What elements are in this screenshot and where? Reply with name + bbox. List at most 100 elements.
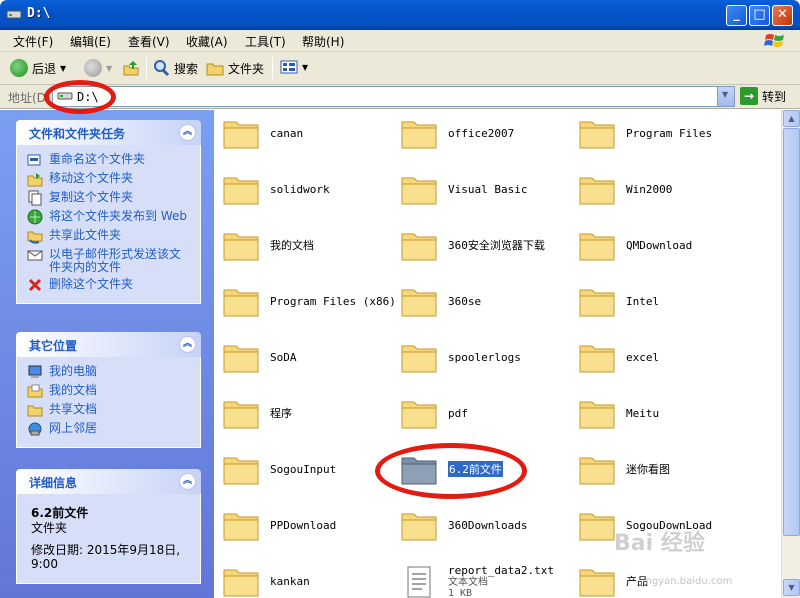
go-arrow-icon: → <box>740 87 758 105</box>
task-delete[interactable]: 删除这个文件夹 <box>17 276 200 295</box>
task-email[interactable]: 以电子邮件形式发送该文件夹内的文件 <box>17 246 200 276</box>
views-button[interactable]: ▼ <box>280 59 308 75</box>
file-name: Program Files (x86) <box>270 294 396 308</box>
place-my-documents[interactable]: 我的文档 <box>17 382 200 401</box>
address-label: 地址(D) <box>8 91 51 105</box>
menu-tools[interactable]: 工具(T) <box>245 33 286 50</box>
vertical-scrollbar[interactable]: ▲ ▼ <box>781 110 800 598</box>
folder-item[interactable]: Program Files <box>578 116 712 150</box>
search-button[interactable]: 搜索 <box>152 59 198 77</box>
folder-icon <box>223 289 259 317</box>
scroll-up-button[interactable]: ▲ <box>783 110 800 127</box>
folder-item[interactable]: Visual Basic <box>400 172 527 206</box>
search-label: 搜索 <box>174 61 199 76</box>
menu-file[interactable]: 文件(F) <box>13 33 53 50</box>
folder-item[interactable]: Win2000 <box>578 172 672 206</box>
folder-item[interactable]: excel <box>578 340 659 374</box>
folder-item[interactable]: canan <box>222 116 303 150</box>
folder-item[interactable]: solidwork <box>222 172 330 206</box>
folder-item[interactable]: SoDA <box>222 340 297 374</box>
file-tasks-panel: 文件和文件夹任务 ︽ 重命名这个文件夹 移动这个文件夹 复制这个文件夹 将这个文… <box>16 120 201 304</box>
folder-item[interactable]: 360se <box>400 284 481 318</box>
shared-folder-icon <box>27 405 43 417</box>
file-name: PPDownload <box>270 518 337 532</box>
address-value: D:\ <box>77 90 99 104</box>
folder-item[interactable]: 产品 <box>578 564 648 598</box>
menu-view[interactable]: 查看(V) <box>128 33 170 50</box>
windows-logo-icon <box>764 34 784 47</box>
folder-item[interactable]: kankan <box>222 564 310 598</box>
folder-icon <box>579 345 615 373</box>
file-name: 360安全浏览器下载 <box>448 239 545 252</box>
folders-label: 文件夹 <box>228 61 265 76</box>
folder-item[interactable]: pdf <box>400 396 468 430</box>
folder-item[interactable]: office2007 <box>400 116 514 150</box>
folder-item[interactable]: Program Files (x86) <box>222 284 396 318</box>
folder-item[interactable]: 360Downloads <box>400 508 527 542</box>
panel-title: 其它位置 <box>29 339 78 353</box>
folders-button[interactable]: 文件夹 <box>206 59 264 77</box>
file-size: 1 KB <box>448 588 473 598</box>
task-rename[interactable]: 重命名这个文件夹 <box>17 151 200 170</box>
file-name: canan <box>270 126 304 140</box>
computer-icon <box>28 365 42 378</box>
file-name: 程序 <box>270 407 292 420</box>
folders-icon <box>206 63 224 76</box>
panel-header[interactable]: 文件和文件夹任务 ︽ <box>16 120 201 145</box>
folder-item[interactable]: PPDownload <box>222 508 336 542</box>
panel-header[interactable]: 其它位置 ︽ <box>16 332 201 357</box>
minimize-button[interactable]: _ <box>726 5 747 26</box>
task-copy[interactable]: 复制这个文件夹 <box>17 189 200 208</box>
collapse-icon[interactable]: ︽ <box>179 473 196 490</box>
back-label: 后退 <box>32 61 57 76</box>
up-folder-button[interactable] <box>122 59 140 77</box>
address-input[interactable]: D:\ ▼ <box>52 86 735 107</box>
file-name: spoolerlogs <box>448 350 521 364</box>
folder-item[interactable]: 360安全浏览器下载 <box>400 228 545 262</box>
folder-item[interactable]: Intel <box>578 284 659 318</box>
globe-icon <box>27 209 43 225</box>
folder-icon <box>401 121 437 149</box>
views-icon <box>280 60 298 74</box>
folder-item-selected[interactable]: 6.2前文件 <box>400 452 503 486</box>
go-button[interactable]: → 转到 <box>740 87 786 105</box>
collapse-icon[interactable]: ︽ <box>179 124 196 141</box>
collapse-icon[interactable]: ︽ <box>179 336 196 353</box>
folder-item[interactable]: QMDownload <box>578 228 692 262</box>
menu-help[interactable]: 帮助(H) <box>302 33 344 50</box>
place-network[interactable]: 网上邻居 <box>17 420 200 439</box>
folder-icon <box>223 513 259 541</box>
folder-icon <box>579 513 615 541</box>
folder-item[interactable]: SogouInput <box>222 452 336 486</box>
text-file-icon <box>407 566 431 597</box>
folder-item[interactable]: 程序 <box>222 396 292 430</box>
folder-icon <box>579 233 615 261</box>
place-my-computer[interactable]: 我的电脑 <box>17 363 200 382</box>
task-move[interactable]: 移动这个文件夹 <box>17 170 200 189</box>
folder-item[interactable]: report_data2.txt 文本文档 1 KB <box>400 564 554 598</box>
folder-icon <box>579 457 615 485</box>
menu-favorites[interactable]: 收藏(A) <box>186 33 228 50</box>
panel-header[interactable]: 详细信息 ︽ <box>16 469 201 494</box>
drive-icon <box>57 92 73 100</box>
scroll-thumb[interactable] <box>783 128 800 536</box>
scroll-down-button[interactable]: ▼ <box>783 579 800 596</box>
folder-item[interactable]: 迷你看图 <box>578 452 670 486</box>
forward-arrow-icon <box>84 59 102 77</box>
network-icon <box>28 422 42 436</box>
place-shared-documents[interactable]: 共享文档 <box>17 401 200 420</box>
details-name: 6.2前文件 <box>31 506 89 520</box>
task-publish-web[interactable]: 将这个文件夹发布到 Web <box>17 208 200 227</box>
folder-item[interactable]: spoolerlogs <box>400 340 521 374</box>
back-button[interactable]: 后退 ▼ <box>10 59 66 77</box>
close-button[interactable]: ✕ <box>772 5 793 26</box>
file-name: pdf <box>448 406 468 420</box>
toolbar: 后退 ▼ ▼ 搜索 文件夹 ▼ <box>0 52 800 85</box>
folder-item[interactable]: 我的文档 <box>222 228 314 262</box>
folder-item[interactable]: Meitu <box>578 396 659 430</box>
maximize-button[interactable]: □ <box>749 5 770 26</box>
menu-edit[interactable]: 编辑(E) <box>70 33 111 50</box>
address-dropdown-button[interactable]: ▼ <box>717 87 734 106</box>
forward-button[interactable]: ▼ <box>84 59 112 77</box>
task-share[interactable]: 共享此文件夹 <box>17 227 200 246</box>
